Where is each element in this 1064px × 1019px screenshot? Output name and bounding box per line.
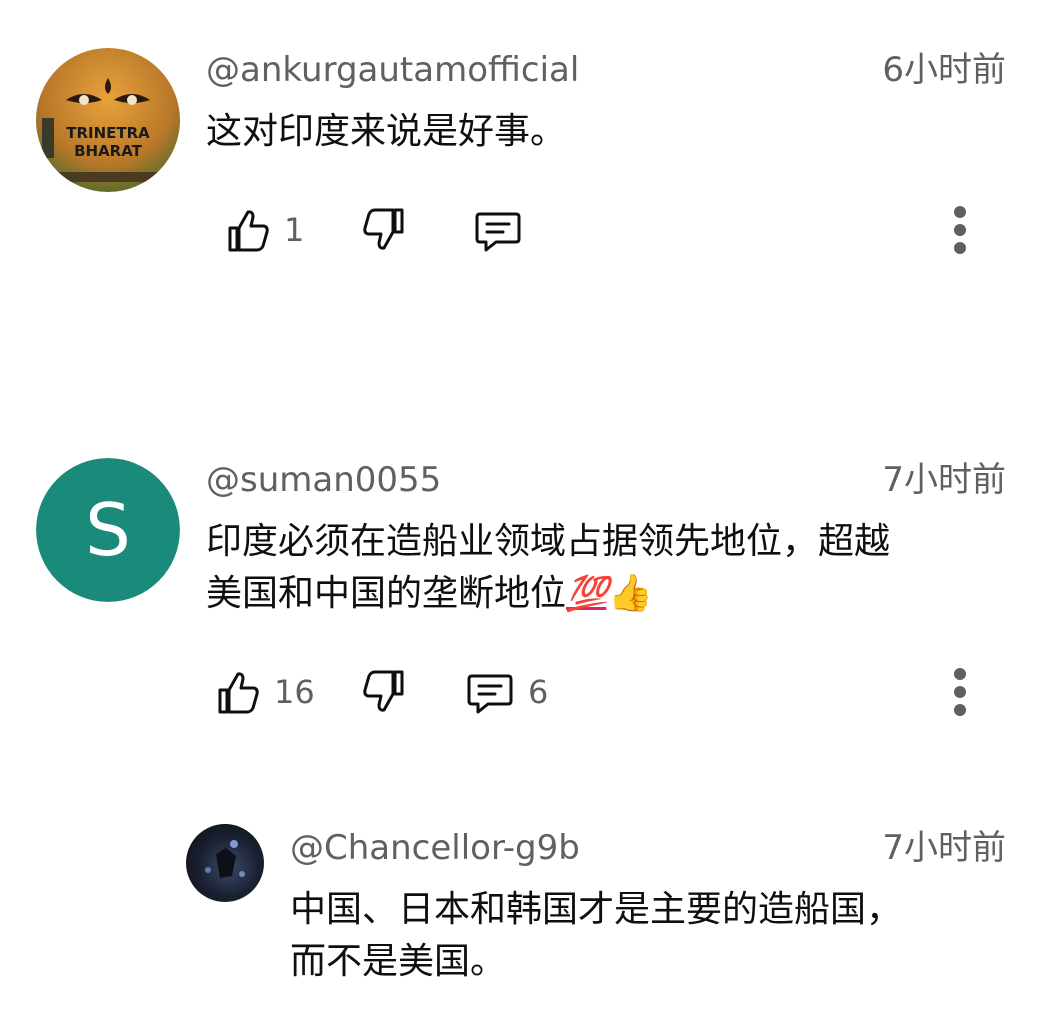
comment-text-line2: 而不是美国。 <box>290 941 507 982</box>
avatar[interactable]: S <box>36 458 180 602</box>
thumbs-up-icon <box>218 672 259 714</box>
dislike-button[interactable] <box>362 200 406 260</box>
like-count: 16 <box>274 673 315 711</box>
avatar-text-line2: BHARAT <box>74 142 142 160</box>
more-options-button[interactable] <box>940 662 980 722</box>
avatar[interactable]: TRINETRA BHARAT <box>36 48 180 192</box>
hundred-points-emoji: 💯 <box>566 574 608 614</box>
author-name[interactable]: @Chancellor-g9b <box>290 828 580 868</box>
timestamp: 6小时前 <box>882 50 1006 90</box>
more-vert-icon <box>954 668 966 716</box>
comment-text: 中国、日本和韩国才是主要的造船国， 而不是美国。 <box>290 884 902 988</box>
comment-text-line2: 美国和中国的垄断地位💯👍 <box>206 568 890 620</box>
comment-text-line1: 印度必须在造船业领域占据领先地位，超越 <box>206 521 891 562</box>
thumbs-up-icon <box>228 210 269 252</box>
avatar-circle: S <box>36 458 180 602</box>
like-button[interactable]: 16 <box>216 662 315 722</box>
more-options-button[interactable] <box>940 200 980 260</box>
comment-icon <box>467 674 513 714</box>
avatar-art <box>42 78 160 182</box>
author-name[interactable]: @suman0055 <box>206 460 441 500</box>
comment-text: 这对印度来说是好事。 <box>206 111 567 152</box>
like-count: 1 <box>284 211 305 249</box>
comment-text: 印度必须在造船业领域占据领先地位，超越 美国和中国的垄断地位💯👍 <box>206 516 890 620</box>
author-name[interactable]: @ankurgautamofficial <box>206 50 579 90</box>
avatar-letter: S <box>85 488 131 572</box>
more-vert-icon <box>954 206 966 254</box>
comment-text-line1: 中国、日本和韩国才是主要的造船国， <box>290 889 903 930</box>
like-button[interactable]: 1 <box>226 200 304 260</box>
timestamp: 7小时前 <box>882 460 1006 500</box>
reply-button[interactable] <box>474 200 522 260</box>
reply-count: 6 <box>528 673 549 711</box>
dislike-button[interactable] <box>362 662 406 722</box>
comment-icon <box>475 212 521 252</box>
thumbs-up-emoji: 👍 <box>608 573 654 614</box>
thumbs-down-icon <box>363 670 404 712</box>
comment-text-line2-words: 美国和中国的垄断地位 <box>206 573 567 614</box>
avatar[interactable] <box>186 824 264 902</box>
reply-button[interactable]: 6 <box>466 662 548 722</box>
avatar-text-line1: TRINETRA <box>66 124 150 142</box>
avatar-art <box>205 840 245 878</box>
thumbs-down-icon <box>363 208 404 250</box>
timestamp: 7小时前 <box>882 828 1006 868</box>
